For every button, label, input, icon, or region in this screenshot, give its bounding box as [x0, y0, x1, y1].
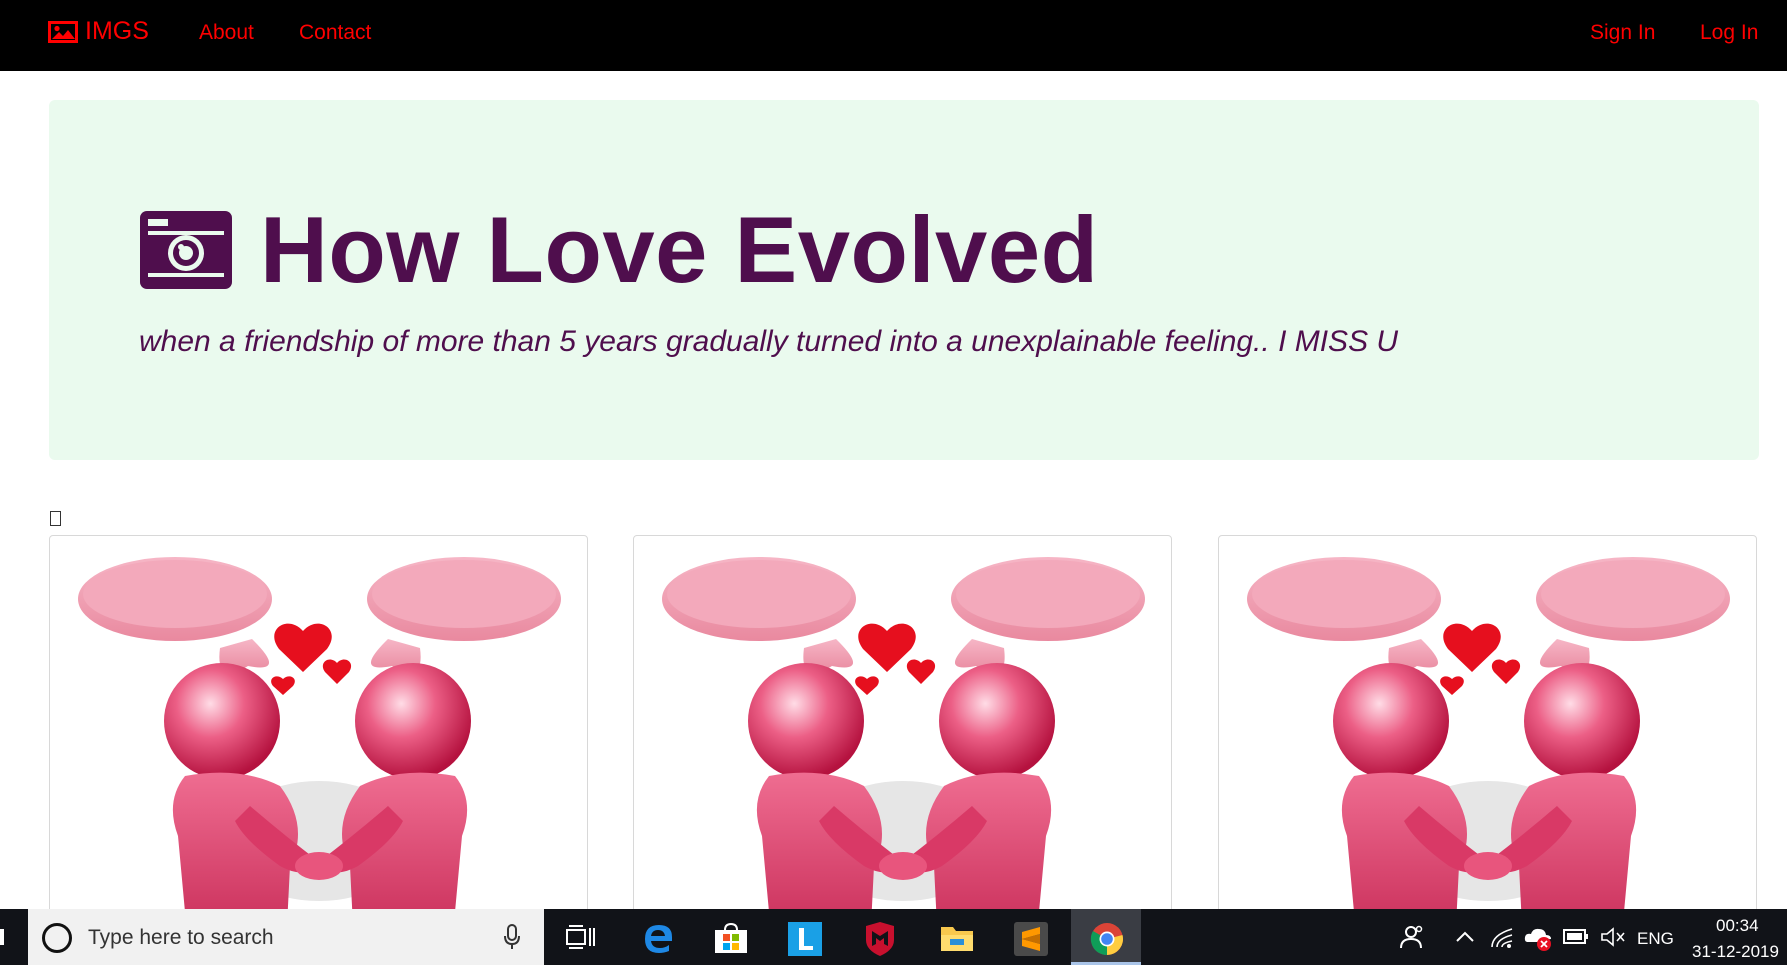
brand-link[interactable]: IMGS	[48, 17, 149, 46]
mcafee-shield-icon[interactable]	[864, 922, 896, 956]
edge-browser-icon[interactable]	[642, 922, 674, 954]
hero-title-row: How Love Evolved	[138, 203, 1099, 297]
chrome-browser-icon[interactable]	[1090, 922, 1124, 956]
gallery-card[interactable]	[1218, 535, 1757, 965]
log-in-link[interactable]: Log In	[1700, 21, 1758, 45]
navbar: IMGS About Contact Sign In Log In	[0, 0, 1787, 71]
clock-date[interactable]: 31-12-2019	[1692, 942, 1779, 962]
store-icon[interactable]	[713, 922, 749, 954]
task-view-icon[interactable]	[566, 925, 596, 949]
wifi-icon[interactable]	[1490, 925, 1516, 949]
love-figures-image	[1247, 557, 1730, 964]
camera-icon	[140, 211, 232, 289]
gallery-card[interactable]	[633, 535, 1172, 965]
volume-muted-icon[interactable]	[1600, 926, 1626, 948]
love-figures-image	[78, 557, 561, 964]
start-button[interactable]	[0, 929, 4, 945]
search-placeholder: Type here to search	[88, 926, 274, 949]
brand-name: IMGS	[85, 17, 149, 45]
clock-time[interactable]: 00:34	[1716, 916, 1759, 936]
people-icon[interactable]	[1398, 925, 1424, 949]
nav-about-link[interactable]: About	[199, 21, 254, 45]
file-explorer-icon[interactable]	[940, 924, 974, 952]
nav-contact-link[interactable]: Contact	[299, 21, 371, 45]
love-figures-image	[662, 557, 1145, 964]
cortana-icon[interactable]	[42, 923, 72, 953]
page-subtitle: when a friendship of more than 5 years g…	[139, 325, 1399, 358]
page-title: How Love Evolved	[260, 197, 1099, 302]
taskbar-search[interactable]: Type here to search	[28, 909, 544, 965]
microphone-icon[interactable]	[503, 923, 521, 951]
gallery-card[interactable]	[49, 535, 588, 965]
language-indicator[interactable]: ENG	[1637, 929, 1674, 949]
show-hidden-icons-chevron-icon[interactable]	[1455, 930, 1475, 944]
sign-in-link[interactable]: Sign In	[1590, 21, 1655, 45]
battery-icon[interactable]	[1563, 928, 1589, 946]
l-app-icon[interactable]	[788, 922, 822, 956]
windows-taskbar: Type here to search ENG 00:34 31-12-2019	[0, 909, 1787, 965]
onedrive-error-icon[interactable]	[1524, 924, 1554, 952]
image-icon	[48, 20, 78, 43]
hero-jumbotron: How Love Evolved when a friendship of mo…	[49, 100, 1759, 460]
missing-glyph-box	[50, 511, 61, 526]
sublime-text-icon[interactable]	[1014, 922, 1048, 956]
